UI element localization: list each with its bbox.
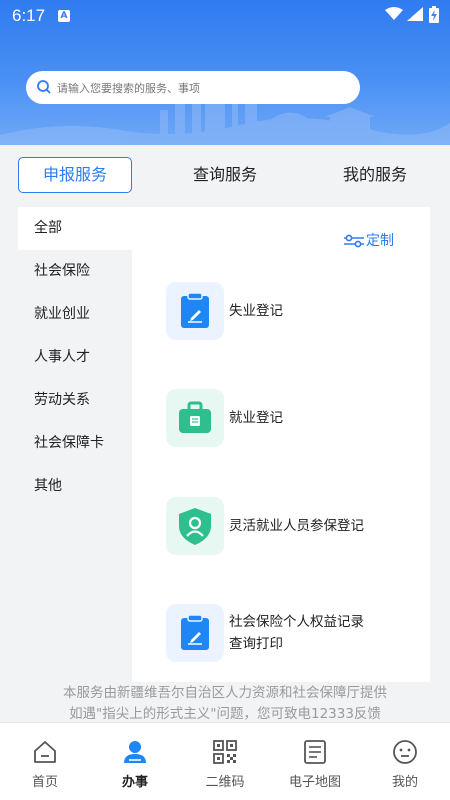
tab-my-service[interactable]: 我的服务 [325, 157, 425, 193]
qrcode-icon [213, 740, 237, 764]
nav-label: 办事 [121, 775, 148, 790]
footer-note: 本服务由新疆维吾尔自治区人力资源和社会保障厅提供 如遇"指尖上的形式主义"问题，… [0, 683, 450, 725]
shield-person-icon [166, 497, 224, 555]
search-icon [37, 80, 51, 94]
category-social-security-card[interactable]: 社会保障卡 [18, 422, 132, 465]
service-flexible-employment-insurance[interactable]: 灵活就业人员参保登记 [166, 497, 406, 557]
nav-home[interactable]: 首页 [0, 723, 90, 800]
service-employment-registration[interactable]: 就业登记 [166, 389, 406, 449]
service-insurance-rights-record-print[interactable]: 社会保险个人权益记录 查询打印 [166, 604, 406, 664]
briefcase-icon [166, 389, 224, 447]
category-labor-relations[interactable]: 劳动关系 [18, 379, 132, 422]
status-bar: 6:17 A [0, 0, 450, 34]
document-map-icon [304, 740, 326, 764]
service-label: 失业登记 [229, 303, 283, 319]
notification-a-icon: A [58, 10, 70, 22]
category-employment[interactable]: 就业创业 [18, 293, 132, 336]
sliders-icon [344, 234, 364, 248]
nav-label: 首页 [31, 775, 58, 790]
tab-query-service[interactable]: 查询服务 [175, 157, 275, 193]
service-label-line1: 社会保险个人权益记录 [229, 614, 364, 630]
clipboard-edit-icon [166, 282, 224, 340]
nav-label: 电子地图 [288, 775, 341, 790]
status-time: 6:17 [12, 6, 46, 25]
service-tabs: 申报服务 查询服务 我的服务 [0, 145, 450, 207]
service-panel: 全部 社会保险 就业创业 人事人才 劳动关系 社会保障卡 其他 定制 失业登记 [18, 207, 430, 682]
bottom-nav: 首页 办事 二维码 电子地图 我的 [0, 722, 450, 800]
category-list: 全部 社会保险 就业创业 人事人才 劳动关系 社会保障卡 其他 [18, 207, 132, 682]
category-social-insurance[interactable]: 社会保险 [18, 250, 132, 293]
header-banner: 6:17 A 请输入您要搜索的服务、事项 [0, 0, 450, 145]
home-icon [34, 741, 56, 763]
search-input[interactable]: 请输入您要搜索的服务、事项 [26, 71, 360, 104]
service-label-line2: 查询打印 [229, 636, 283, 652]
person-icon [124, 741, 146, 763]
nav-qrcode[interactable]: 二维码 [180, 723, 270, 800]
service-unemployment-registration[interactable]: 失业登记 [166, 282, 406, 342]
footer-line1: 本服务由新疆维吾尔自治区人力资源和社会保障厅提供 [63, 685, 387, 701]
tab-apply-service[interactable]: 申报服务 [18, 157, 132, 193]
signal-icon [407, 7, 423, 21]
category-other[interactable]: 其他 [18, 465, 132, 508]
nav-label: 我的 [391, 775, 418, 790]
category-personnel[interactable]: 人事人才 [18, 336, 132, 379]
nav-electronic-map[interactable]: 电子地图 [270, 723, 360, 800]
smiley-icon [393, 740, 417, 764]
nav-mine[interactable]: 我的 [360, 723, 450, 800]
nav-services[interactable]: 办事 [90, 723, 180, 800]
clipboard-edit-icon [166, 604, 224, 662]
service-label: 就业登记 [229, 410, 283, 426]
customize-label: 定制 [366, 233, 394, 249]
nav-label: 二维码 [205, 775, 245, 790]
wifi-icon [385, 7, 403, 20]
service-label: 灵活就业人员参保登记 [229, 518, 364, 534]
category-all[interactable]: 全部 [18, 207, 132, 250]
search-placeholder: 请输入您要搜索的服务、事项 [57, 82, 200, 95]
battery-charging-icon [429, 6, 439, 23]
